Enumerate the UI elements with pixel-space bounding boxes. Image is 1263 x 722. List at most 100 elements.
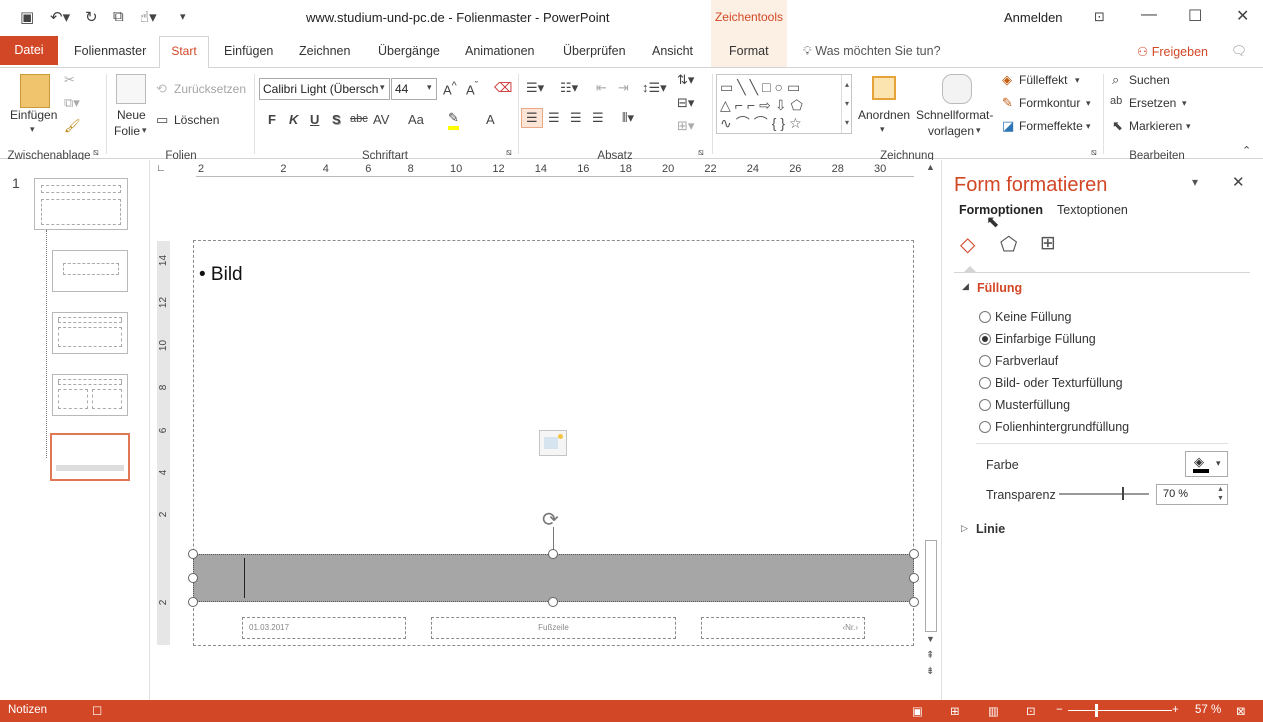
tab-textoptionen[interactable]: Textoptionen (1057, 203, 1128, 217)
reset-button[interactable]: Zurücksetzen (174, 82, 246, 96)
master-thumbnail[interactable] (34, 178, 128, 230)
tab-einfuegen[interactable]: Einfügen (224, 44, 273, 58)
tab-uebergaenge[interactable]: Übergänge (378, 44, 440, 58)
touch-mode-icon[interactable]: ☝▾ (140, 8, 157, 26)
drawing-launcher-icon[interactable]: ⧅ (1091, 147, 1097, 158)
new-slide-button-2[interactable]: Folie (114, 124, 140, 138)
fill-option[interactable]: Farbverlauf (979, 354, 1058, 368)
replace-button[interactable]: Ersetzen (1129, 96, 1176, 110)
replace-dropdown-icon[interactable]: ▾ (1182, 98, 1187, 109)
fit-to-window-icon[interactable]: ⊠ (1236, 704, 1246, 718)
share-button[interactable]: ⚇ Freigeben (1137, 44, 1208, 59)
collapse-section-icon[interactable]: ◢ (962, 281, 969, 292)
effects-pentagon-icon[interactable]: ⬠ (1000, 232, 1017, 257)
new-slide-button[interactable]: Neue (117, 108, 146, 122)
presentation-icon[interactable]: ⧉ (113, 8, 124, 25)
radio-button[interactable] (979, 355, 991, 367)
resize-handle[interactable] (188, 597, 198, 607)
italic-button[interactable]: K (289, 112, 298, 127)
shape-fill-dropdown-icon[interactable]: ▾ (1075, 75, 1080, 86)
quickstyles-icon[interactable] (942, 74, 972, 104)
pane-options-icon[interactable]: ▾ (1192, 175, 1198, 189)
shapes-gallery[interactable]: ▭╲╲□○▭ △⌐⌐⇨⇩⬠ ∿⌒⌒{}☆ ▴ ▾ ▾ (716, 74, 852, 134)
scroll-up-icon[interactable]: ▲ (926, 162, 935, 172)
tellme-search[interactable]: 💡︎ Was möchten Sie tun? (803, 44, 941, 59)
reset-icon[interactable]: ⟲ (156, 81, 167, 97)
arrange-button[interactable]: Anordnen (858, 108, 910, 122)
arrange-dropdown-icon[interactable]: ▾ (880, 124, 885, 135)
scroll-down-icon[interactable]: ▼ (926, 634, 935, 644)
layout-thumbnail[interactable] (52, 312, 128, 354)
selected-shape[interactable] (193, 554, 914, 602)
layout-thumbnail[interactable] (52, 250, 128, 292)
strikethrough-button[interactable]: abc (350, 113, 368, 125)
slide-number-placeholder[interactable]: ‹Nr.› (701, 617, 865, 639)
shape-fill-button[interactable]: Fülleffekt (1019, 73, 1067, 87)
cut-icon[interactable]: ✂ (64, 72, 75, 88)
change-case-button[interactable]: Aa (408, 112, 424, 127)
undo-icon[interactable]: ↶▾ (50, 8, 70, 26)
fill-option[interactable]: Einfarbige Füllung (979, 332, 1096, 346)
transparency-slider-thumb[interactable] (1122, 487, 1124, 500)
align-text-icon[interactable]: ⊟▾ (677, 95, 694, 111)
vertical-scrollbar[interactable]: ▲ ▼ ⇞ ⇟ (924, 162, 938, 682)
expand-section-icon[interactable]: ▷ (961, 523, 968, 534)
fill-line-icon[interactable]: ◇ (960, 232, 975, 257)
highlight-icon[interactable]: ✎ (448, 110, 459, 130)
shape-effects-dropdown-icon[interactable]: ▾ (1086, 121, 1091, 132)
zoom-slider[interactable] (1068, 710, 1172, 711)
font-size-dropdown-icon[interactable]: ▾ (427, 82, 432, 93)
notes-button[interactable]: Notizen (8, 704, 47, 716)
align-right-icon[interactable]: ☰ (570, 110, 582, 126)
tab-animationen[interactable]: Animationen (465, 44, 535, 58)
grow-font-icon[interactable]: A^ (443, 80, 457, 97)
color-picker-button[interactable]: ◈ ▾ (1185, 451, 1228, 477)
justify-icon[interactable]: ☰ (592, 110, 604, 126)
select-button[interactable]: Markieren (1129, 119, 1182, 133)
transparency-spinner-icon[interactable]: ▲ ▼ (1217, 485, 1224, 503)
shadow-button[interactable]: S (332, 112, 341, 127)
fill-option[interactable]: Bild- oder Texturfüllung (979, 376, 1123, 390)
size-properties-icon[interactable]: ⊞ (1040, 232, 1056, 255)
section-line[interactable]: Linie (976, 522, 1005, 536)
columns-icon[interactable]: ⫴▾ (622, 110, 634, 126)
reading-view-icon[interactable]: ▥ (988, 704, 999, 718)
redo-icon[interactable]: ↻ (85, 8, 98, 26)
resize-handle[interactable] (548, 597, 558, 607)
resize-handle[interactable] (188, 573, 198, 583)
fill-option[interactable]: Musterfüllung (979, 398, 1070, 412)
fill-option[interactable]: Keine Füllung (979, 310, 1071, 324)
radio-button[interactable] (979, 333, 991, 345)
shape-outline-button[interactable]: Formkontur (1019, 96, 1080, 110)
picture-placeholder-icon[interactable] (539, 430, 567, 456)
bold-button[interactable]: F (268, 112, 276, 127)
align-center-icon[interactable]: ☰ (548, 110, 560, 126)
smartart-icon[interactable]: ⊞▾ (677, 118, 694, 134)
decrease-indent-icon[interactable]: ⇤ (596, 80, 607, 96)
copy-icon[interactable]: ⧉▾ (64, 95, 80, 111)
new-slide-icon[interactable] (116, 74, 146, 104)
radio-button[interactable] (979, 311, 991, 323)
shape-outline-dropdown-icon[interactable]: ▾ (1086, 98, 1091, 109)
tab-start[interactable]: Start (159, 36, 209, 68)
text-direction-icon[interactable]: ⇅▾ (677, 72, 694, 88)
rotate-handle-icon[interactable]: ⟳ (542, 507, 559, 532)
zoom-slider-thumb[interactable] (1095, 704, 1099, 717)
resize-handle[interactable] (909, 573, 919, 583)
ribbon-display-icon[interactable]: ⊡ (1094, 9, 1105, 25)
layout-thumbnail-selected[interactable] (50, 433, 130, 481)
minimize-icon[interactable]: — (1141, 6, 1157, 24)
save-icon[interactable]: ▣ (20, 8, 34, 26)
char-spacing-button[interactable]: AV (373, 112, 389, 127)
tab-datei[interactable]: Datei (0, 36, 58, 65)
comments-icon[interactable]: 🗨︎ (1231, 44, 1247, 59)
layout-thumbnail[interactable] (52, 374, 128, 416)
tab-formoptionen[interactable]: Formoptionen (959, 203, 1043, 217)
bullets-icon[interactable]: ☰▾ (526, 80, 544, 96)
clear-format-icon[interactable]: ⌫ (494, 80, 512, 96)
quickstyles-button[interactable]: Schnellformat- (916, 108, 993, 122)
shape-effects-button[interactable]: Formeffekte (1019, 119, 1083, 133)
format-painter-icon[interactable]: 🖌︎ (64, 118, 81, 134)
paste-icon[interactable] (20, 74, 50, 108)
tab-selector-icon[interactable]: ∟ (156, 163, 166, 174)
